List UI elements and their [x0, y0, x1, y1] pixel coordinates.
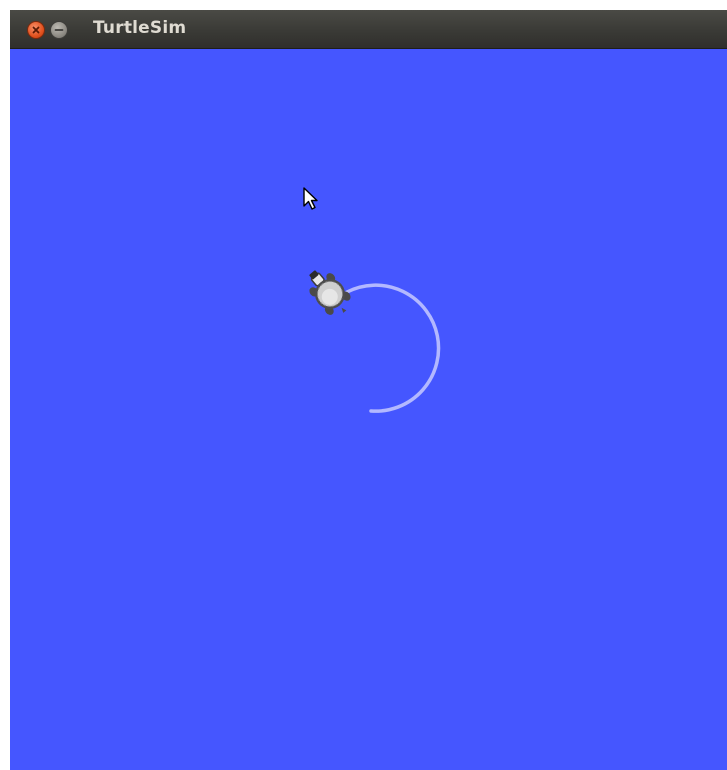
title-bar[interactable]: TurtleSim [10, 10, 727, 49]
window-title: TurtleSim [93, 18, 187, 38]
turtlesim-window: TurtleSim [10, 10, 727, 770]
pen-trail [345, 283, 441, 413]
arrow-cursor-icon [303, 187, 318, 210]
minimize-button[interactable] [50, 21, 68, 39]
close-icon [32, 26, 40, 34]
turtle-canvas[interactable] [10, 49, 727, 770]
close-button[interactable] [27, 21, 45, 39]
minimize-icon [54, 29, 64, 31]
